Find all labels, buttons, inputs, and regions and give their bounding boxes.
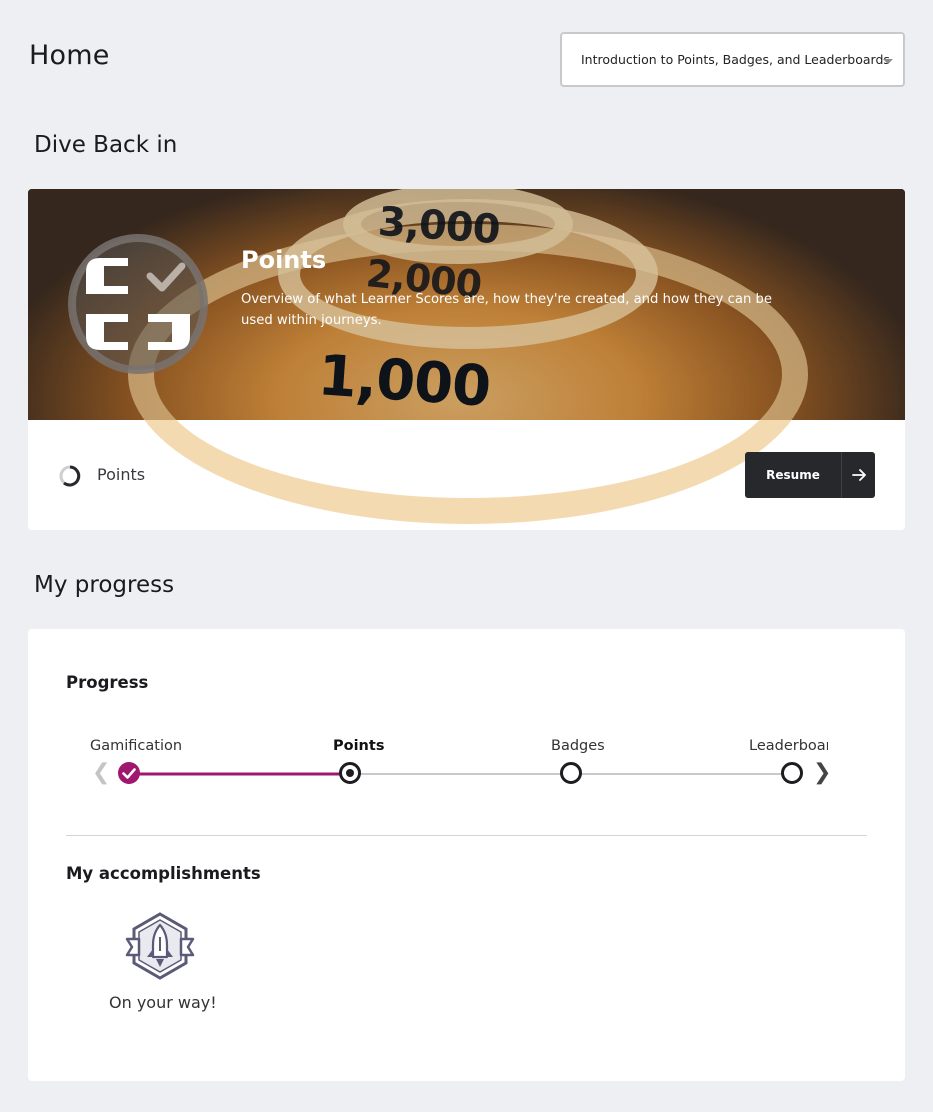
hero-title[interactable]: Points bbox=[241, 246, 801, 274]
hero-text: Points Overview of what Learner Scores a… bbox=[241, 246, 801, 331]
topic-icon bbox=[68, 234, 208, 374]
progress-track bbox=[118, 762, 803, 784]
accomplishments-subtitle: My accomplishments bbox=[66, 864, 261, 883]
journey-select[interactable]: Introduction to Points, Badges, and Lead… bbox=[560, 32, 905, 87]
chevron-left-icon[interactable]: ❮ bbox=[92, 761, 110, 785]
dive-back-in-heading: Dive Back in bbox=[34, 132, 178, 158]
step-label-leaderboards[interactable]: Leaderboards bbox=[749, 738, 828, 754]
in-progress-icon bbox=[59, 465, 81, 487]
journey-select-value: Introduction to Points, Badges, and Lead… bbox=[581, 52, 890, 67]
progress-card: Progress Gamification Points Badges Lead… bbox=[28, 629, 905, 1081]
status-row: Points Resume bbox=[28, 420, 905, 530]
chevron-right-icon[interactable]: ❯ bbox=[813, 761, 831, 785]
chevron-down-icon bbox=[883, 59, 893, 64]
progress-subtitle: Progress bbox=[66, 673, 149, 692]
status-label: Points bbox=[97, 465, 146, 484]
resume-card: 3,000 2,000 1,000 Points Overview of wha… bbox=[28, 189, 905, 530]
my-progress-heading: My progress bbox=[34, 572, 175, 598]
step-label-clip: Leaderboards bbox=[66, 729, 828, 799]
hero-description: Overview of what Learner Scores are, how… bbox=[241, 292, 773, 328]
page-title: Home bbox=[29, 40, 110, 71]
badge-label: On your way! bbox=[109, 993, 217, 1012]
resume-button-label: Resume bbox=[766, 468, 820, 482]
hero-image[interactable]: 3,000 2,000 1,000 Points Overview of wha… bbox=[28, 189, 905, 524]
resume-button[interactable]: Resume bbox=[745, 452, 875, 498]
arrow-right-icon bbox=[841, 452, 875, 498]
rocket-badge-icon[interactable] bbox=[125, 911, 195, 981]
divider bbox=[66, 835, 867, 836]
